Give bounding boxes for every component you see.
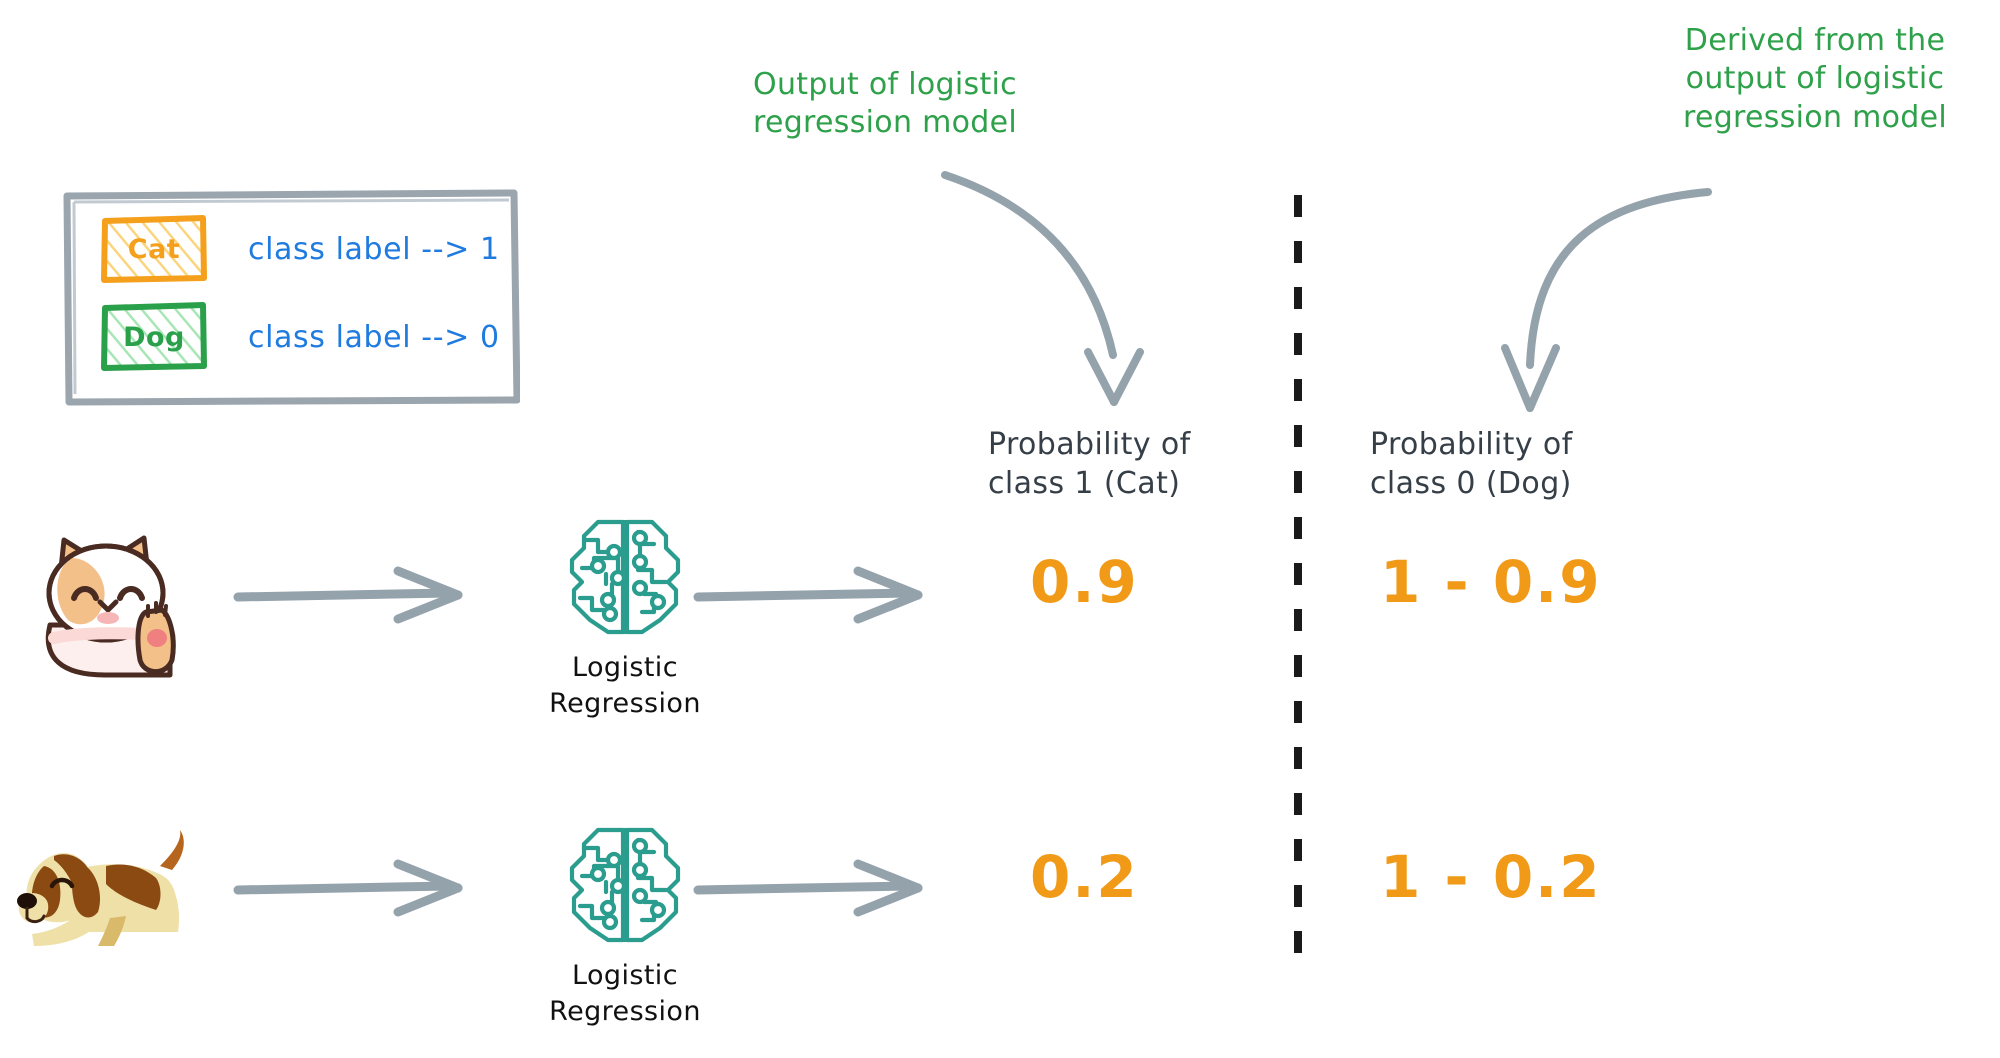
header-probability-class-1: Probability of class 1 (Cat) xyxy=(988,427,1191,501)
legend-item-dog: Dog class label --> 0 xyxy=(100,298,500,376)
annotation-derived-from-output: Derived from the output of logistic regr… xyxy=(1682,23,1948,135)
brain-circuit-icon xyxy=(569,519,681,635)
dog-swatch: Dog xyxy=(100,302,208,372)
arrow-cat-to-model xyxy=(233,566,463,624)
arrow-dog-to-model xyxy=(233,859,463,917)
probability-class0-cat: 1 - 0.9 xyxy=(1380,548,1602,616)
probability-class1-cat: 0.9 xyxy=(1030,548,1139,616)
probability-class1-dog: 0.2 xyxy=(1030,843,1139,911)
vertical-dashed-divider xyxy=(1294,195,1302,960)
dog-class-label: class label --> 0 xyxy=(248,319,500,355)
dog-illustration xyxy=(17,830,184,946)
cat-swatch: Cat xyxy=(100,214,208,284)
curved-arrow-right-annotation xyxy=(1501,188,1712,412)
model-label-dog: Logistic Regression xyxy=(549,960,701,1027)
cat-class-label: class label --> 1 xyxy=(248,231,500,267)
cat-illustration xyxy=(45,535,176,678)
legend-item-cat: Cat class label --> 1 xyxy=(100,210,500,288)
arrow-model-to-probability-dog xyxy=(693,859,923,917)
legend-box: Cat class label --> 1 Dog class label --… xyxy=(62,188,520,406)
arrow-model-to-probability-cat xyxy=(693,566,923,624)
probability-class0-dog: 1 - 0.2 xyxy=(1380,843,1602,911)
cat-swatch-label: Cat xyxy=(127,233,181,265)
model-label-cat: Logistic Regression xyxy=(549,652,701,719)
header-probability-class-0: Probability of class 0 (Dog) xyxy=(1370,427,1573,501)
annotation-output-of-model: Output of logistic regression model xyxy=(752,67,1018,141)
legend-rows: Cat class label --> 1 Dog class label --… xyxy=(100,210,500,376)
dog-swatch-label: Dog xyxy=(123,321,185,353)
curved-arrow-left-annotation xyxy=(941,171,1144,406)
diagram-canvas: Cat class label --> 1 Dog class label --… xyxy=(0,0,2000,1058)
brain-circuit-icon xyxy=(569,827,681,943)
